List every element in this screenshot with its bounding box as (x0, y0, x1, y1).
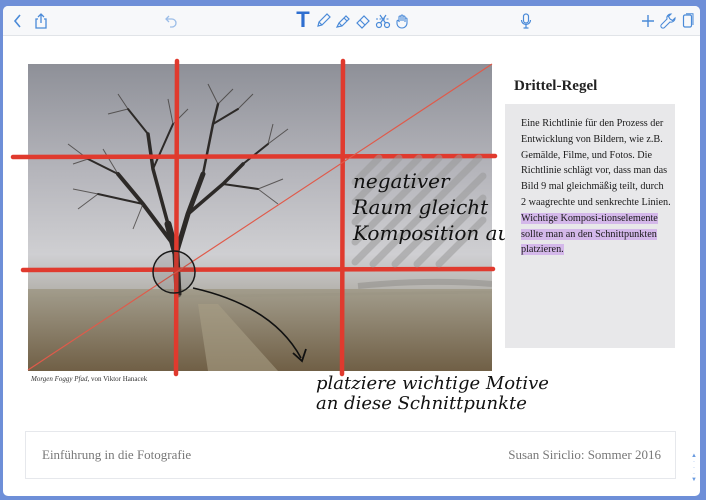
hand-tool-button[interactable] (395, 11, 411, 31)
side-text-plain: Eine Richtlinie für den Prozess der Entw… (521, 118, 671, 208)
pen-tool-button[interactable] (315, 11, 331, 31)
chevron-left-icon (13, 14, 21, 28)
side-text-highlight: Wichtige Komposi-tionselemente sollte ma… (521, 212, 658, 256)
toolbar: T (3, 6, 700, 36)
hand-icon (396, 14, 408, 29)
pages-icon (682, 13, 694, 28)
share-button[interactable] (33, 11, 49, 31)
microphone-button[interactable] (519, 11, 533, 31)
pen-icon (317, 13, 331, 27)
chevron-down-icon[interactable]: ▼ (691, 477, 697, 483)
microphone-icon (520, 13, 532, 29)
page-footer: Einführung in die Fotografie Susan Siric… (25, 431, 676, 479)
highlighter-tool-button[interactable] (335, 11, 351, 31)
note-line: platziere wichtige Motive (316, 373, 549, 394)
undo-icon (165, 15, 177, 28)
note-line: Komposition aus (353, 221, 521, 245)
negative-space-note: negativer Raum gleicht Komposition aus (353, 168, 521, 246)
scissors-icon (375, 14, 391, 29)
footer-course-title: Einführung in die Fotografie (42, 447, 192, 462)
pages-button[interactable] (681, 11, 695, 31)
footer-author-term: Susan Siriclio: Sommer 2016 (508, 447, 661, 462)
side-text: Eine Richtlinie für den Prozess der Entw… (521, 116, 671, 258)
eraser-icon (356, 15, 370, 29)
app-window: T Morgen Foggy Pfad, von Viktor Hanacek … (3, 6, 700, 496)
caption-author: , von Viktor Hanacek (87, 375, 148, 383)
page-scroll-indicator[interactable]: ▲ · · · ▼ (690, 453, 698, 493)
side-title: Drittel-Regel (514, 78, 598, 94)
scissors-tool-button[interactable] (375, 11, 391, 31)
text-tool-icon: T (296, 7, 310, 32)
text-tool-button[interactable]: T (294, 7, 312, 32)
back-button[interactable] (11, 11, 25, 31)
share-icon (35, 13, 47, 29)
intersection-note: platziere wichtige Motive an diese Schni… (316, 374, 549, 414)
note-line: negativer (353, 169, 450, 193)
undo-button[interactable] (163, 11, 179, 31)
plus-icon (642, 15, 654, 27)
settings-button[interactable] (660, 11, 676, 31)
eraser-tool-button[interactable] (355, 11, 371, 31)
highlighter-icon (335, 15, 350, 28)
photo-caption: Morgen Foggy Pfad, von Viktor Hanacek (31, 375, 147, 383)
caption-title: Morgen Foggy Pfad (31, 375, 88, 383)
note-line: an diese Schnittpunkte (316, 393, 527, 414)
add-button[interactable] (641, 11, 655, 31)
wrench-icon (660, 13, 676, 29)
note-line: Raum gleicht (353, 195, 489, 219)
